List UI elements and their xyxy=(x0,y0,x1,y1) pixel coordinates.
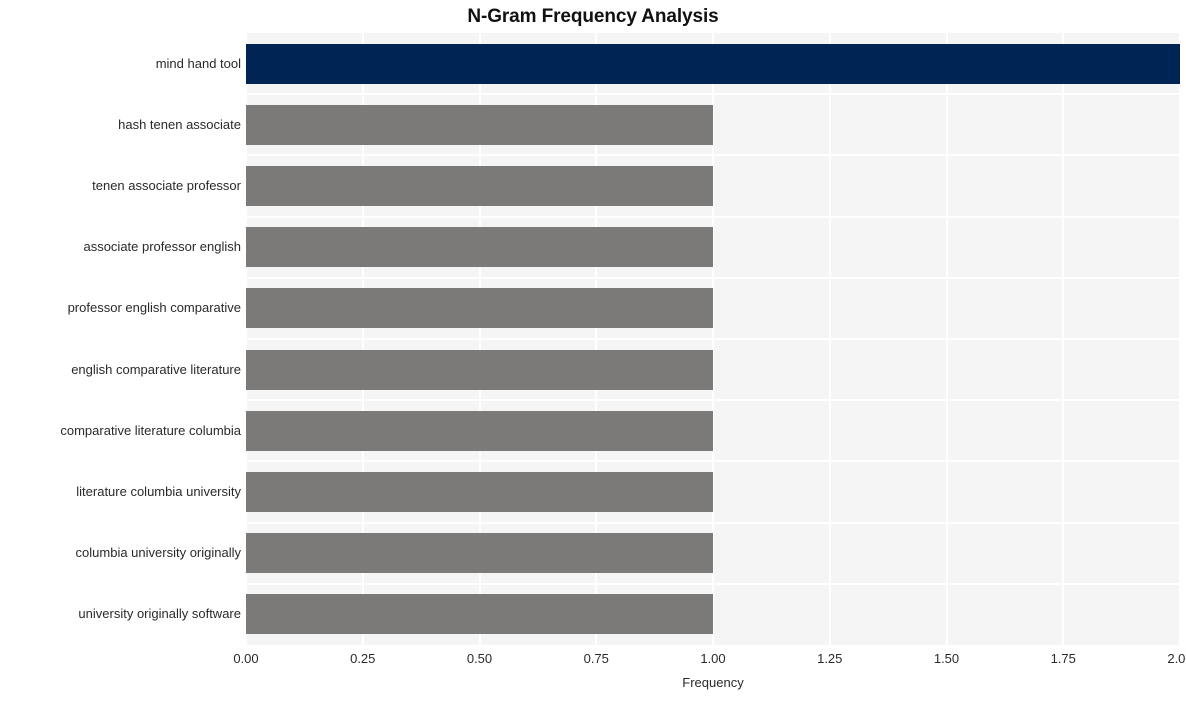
gridline-horizontal xyxy=(246,521,1180,524)
plot-area xyxy=(246,33,1180,645)
bar[interactable] xyxy=(246,410,713,451)
gridline-horizontal xyxy=(246,276,1180,279)
bar[interactable] xyxy=(246,104,713,145)
x-axis-tick-label: 2.00 xyxy=(1167,651,1186,666)
x-axis-tick-label: 0.00 xyxy=(233,651,259,666)
gridline-horizontal xyxy=(246,399,1180,402)
bar[interactable] xyxy=(246,533,713,574)
x-axis-tick-label: 1.50 xyxy=(933,651,960,666)
chart-figure: N-Gram Frequency Analysis mind hand tool… xyxy=(0,0,1186,701)
gridline-horizontal xyxy=(246,582,1180,585)
x-axis-tick-label: 0.25 xyxy=(350,651,376,666)
y-axis-tick-label: university originally software xyxy=(78,606,241,622)
bar[interactable] xyxy=(246,288,713,329)
x-axis-tick-label: 0.75 xyxy=(583,651,609,666)
y-axis-tick-label: literature columbia university xyxy=(76,484,241,499)
y-axis-tick-label: professor english comparative xyxy=(67,300,241,316)
y-axis-tick-label: english comparative literature xyxy=(71,361,241,377)
y-axis-tick-label: tenen associate professor xyxy=(92,178,241,193)
bar[interactable] xyxy=(246,166,713,206)
gridline-horizontal xyxy=(246,215,1180,218)
gridline-horizontal xyxy=(246,93,1180,96)
x-axis-tick-label: 0.50 xyxy=(466,651,493,666)
bar[interactable] xyxy=(246,43,1180,84)
gridline-horizontal xyxy=(246,460,1180,463)
y-axis-tick-label: mind hand tool xyxy=(155,55,241,71)
bar[interactable] xyxy=(246,227,713,268)
x-axis-tick-label: 1.25 xyxy=(817,651,843,666)
y-axis-tick-label: comparative literature columbia xyxy=(60,422,241,438)
bar[interactable] xyxy=(246,349,713,390)
bar[interactable] xyxy=(246,594,713,635)
chart-title: N-Gram Frequency Analysis xyxy=(467,6,719,27)
gridline-horizontal xyxy=(246,338,1180,340)
x-axis-tick-label: 1.00 xyxy=(700,651,726,666)
x-axis-tick-label: 1.75 xyxy=(1050,651,1076,666)
x-axis-label: Frequency xyxy=(682,675,744,690)
bar[interactable] xyxy=(246,472,713,512)
gridline-horizontal xyxy=(246,154,1180,157)
y-axis-tick-label: columbia university originally xyxy=(75,545,241,561)
y-axis-tick-label: associate professor english xyxy=(83,239,241,255)
y-axis-tick-label: hash tenen associate xyxy=(118,116,241,132)
